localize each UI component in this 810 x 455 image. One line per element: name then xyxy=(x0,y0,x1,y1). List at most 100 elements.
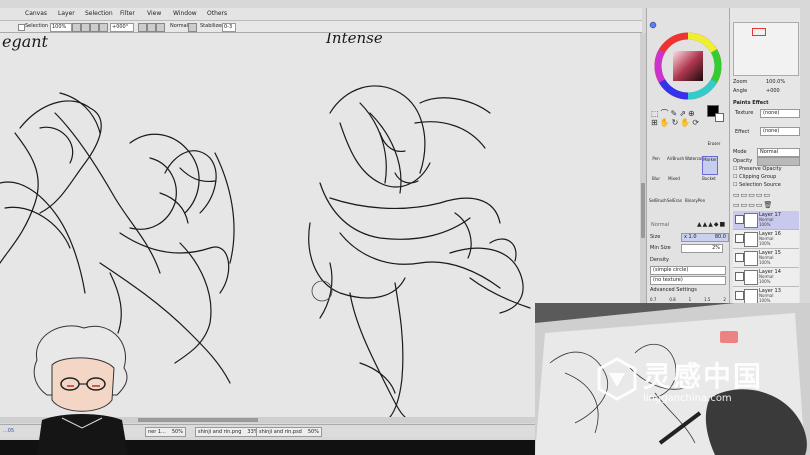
menu-view[interactable]: View xyxy=(147,10,161,17)
clipping-group-checkbox[interactable]: ☐ Clipping Group xyxy=(733,174,776,180)
min-size-slider[interactable]: 2% xyxy=(681,244,723,253)
stabilizer-select[interactable]: 0-3 xyxy=(222,23,236,32)
tool-pen[interactable]: Pen xyxy=(649,156,663,173)
texture-select[interactable]: (none) xyxy=(760,109,800,118)
size-preset[interactable]: 0.8 xyxy=(669,297,675,302)
menu-selection[interactable]: Selection xyxy=(85,10,113,17)
layer-opacity: 100% xyxy=(759,260,771,265)
visibility-icon[interactable] xyxy=(735,253,744,262)
layer-opacity: 100% xyxy=(759,222,771,227)
layer-opacity: 100% xyxy=(759,279,771,284)
size-label: Size xyxy=(650,234,661,240)
layer-thumbnail xyxy=(744,213,758,228)
tool-mixed[interactable]: Mixed xyxy=(667,176,681,193)
tool-marker[interactable]: Marker xyxy=(702,156,718,175)
visibility-icon[interactable] xyxy=(735,291,744,300)
view-tools-row[interactable]: ⊞✋↻✋⟳ xyxy=(651,118,701,127)
horizontal-scroll-thumb[interactable] xyxy=(138,418,258,422)
tool-options-bar: Selection 100% +000° Normal Stabilizer 0… xyxy=(0,21,642,33)
layer-thumbnail xyxy=(744,232,758,247)
tool-label: Bucket xyxy=(702,176,716,181)
layer-opacity-label: Opacity xyxy=(733,158,753,164)
doc-tab-zoom: 50% xyxy=(171,429,183,435)
tool-label: SelEras xyxy=(667,198,682,203)
paints-effect-title: Paints Effect xyxy=(733,100,769,106)
size-preset[interactable]: 1 xyxy=(689,297,692,302)
tool-label: Mixed xyxy=(668,176,680,181)
rotate-reset-button[interactable] xyxy=(156,23,165,32)
tool-blur[interactable]: Blur xyxy=(649,176,663,193)
layer-opacity-slider[interactable] xyxy=(757,157,800,166)
size-preset[interactable]: 0.7 xyxy=(650,297,656,302)
menu-filter[interactable]: Filter xyxy=(120,10,135,17)
zoom-field[interactable]: 100% xyxy=(50,23,72,32)
clipping-group-label: Clipping Group xyxy=(739,174,777,180)
layer-mode-select[interactable]: Normal xyxy=(757,148,800,157)
size-slider[interactable]: x 1.0 80.0 xyxy=(681,233,729,242)
watermark-url: lingganchina.com xyxy=(643,393,732,404)
brush-texture-select[interactable]: (no texture) xyxy=(650,276,726,285)
selection-label: Selection xyxy=(25,23,49,29)
doc-tab-3[interactable]: shinji and rin.psd 50% xyxy=(256,427,322,437)
size-preset[interactable]: 1.5 xyxy=(704,297,710,302)
density-label: Density xyxy=(650,257,670,263)
zoom-in-button[interactable] xyxy=(81,23,90,32)
brush-cursor xyxy=(311,280,333,302)
layer-row[interactable]: Layer 16 Normal 100% xyxy=(733,230,799,249)
doc-tab-2[interactable]: shinji and rin.png 33% xyxy=(195,427,262,437)
color-mode-button[interactable] xyxy=(649,21,657,29)
preserve-opacity-label: Preserve Opacity xyxy=(739,166,782,172)
rotation-field[interactable]: +000° xyxy=(110,23,134,32)
zoom-fit-button[interactable] xyxy=(99,23,108,32)
preserve-opacity-checkbox[interactable]: ☐ Preserve Opacity xyxy=(733,166,782,172)
tool-airbrush[interactable]: AirBrush xyxy=(667,156,684,173)
rotate-left-button[interactable] xyxy=(138,23,147,32)
visibility-icon[interactable] xyxy=(735,234,744,243)
layer-action-buttons[interactable]: ▭▭▭▭▭ xyxy=(733,191,771,199)
size-preset[interactable]: 2 xyxy=(723,297,726,302)
tool-selbrush[interactable]: SelBrush xyxy=(649,198,667,215)
tool-bucket[interactable]: Bucket xyxy=(702,176,716,193)
flip-horizontal-button[interactable] xyxy=(188,23,197,32)
layer-opacity: 100% xyxy=(759,241,771,246)
vertical-scroll-thumb[interactable] xyxy=(641,183,645,238)
brush-shape-selector[interactable]: ▲▲▲◆■ xyxy=(697,221,726,228)
advanced-settings-toggle[interactable]: Advanced Settings xyxy=(650,287,697,293)
tool-watercolor[interactable]: Watercol xyxy=(685,156,703,173)
secondary-color-swatch[interactable] xyxy=(715,113,724,122)
brush-shape-select[interactable]: (simple circle) xyxy=(650,266,726,275)
doc-tab-name: shinji and rin.png xyxy=(198,429,242,435)
layer-row[interactable]: Layer 14 Normal 100% xyxy=(733,268,799,287)
layer-action-buttons-2[interactable]: ▭▭▭▭🗑 xyxy=(733,201,773,209)
blend-mode-select[interactable]: Normal xyxy=(170,23,188,29)
brush-blend-label: Normal xyxy=(651,222,670,228)
zoom-reset-button[interactable] xyxy=(90,23,99,32)
visibility-icon[interactable] xyxy=(735,272,744,281)
layer-row[interactable]: Layer 17 Normal 100% xyxy=(733,211,799,230)
visibility-icon[interactable] xyxy=(735,215,744,224)
tool-label: Eraser xyxy=(707,141,721,146)
zoom-out-button[interactable] xyxy=(72,23,81,32)
doc-tab-zoom: 50% xyxy=(307,429,319,435)
navigator-view-frame[interactable] xyxy=(752,28,766,36)
tool-seleraser[interactable]: SelEras xyxy=(667,198,682,215)
tool-label: Watercol xyxy=(685,156,703,161)
menu-layer[interactable]: Layer xyxy=(58,10,75,17)
watermark: 灵感中国 lingganchina.com xyxy=(595,355,795,415)
menu-canvas[interactable]: Canvas xyxy=(25,10,47,17)
selection-checkbox[interactable] xyxy=(18,24,25,31)
effect-select[interactable]: (none) xyxy=(760,127,800,136)
texture-label: Texture xyxy=(735,110,754,116)
tool-binarypen[interactable]: BinaryPen xyxy=(685,198,705,215)
navigator-preview[interactable] xyxy=(733,22,799,76)
color-wheel[interactable] xyxy=(647,8,729,108)
layer-row[interactable]: Layer 15 Normal 100% xyxy=(733,249,799,268)
tool-label: SelBrush xyxy=(649,198,667,203)
rotate-right-button[interactable] xyxy=(147,23,156,32)
menu-window[interactable]: Window xyxy=(173,10,197,17)
selection-source-checkbox[interactable]: ☐ Selection Source xyxy=(733,182,781,188)
menu-others[interactable]: Others xyxy=(207,10,227,17)
selection-source-label: Selection Source xyxy=(739,182,781,188)
doc-tab-1[interactable]: ner 1... 50% xyxy=(145,427,186,437)
canvas-text-center: Intense xyxy=(325,33,383,47)
